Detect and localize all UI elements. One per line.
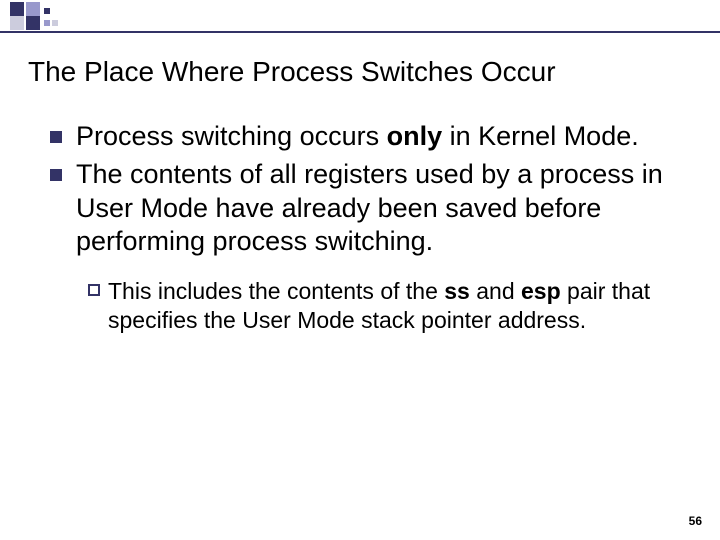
text-bold: only bbox=[387, 121, 443, 151]
text-fragment: The contents of all registers used by a … bbox=[76, 159, 663, 257]
slide-title: The Place Where Process Switches Occur bbox=[28, 56, 556, 88]
hollow-square-bullet-icon bbox=[88, 284, 100, 296]
sub-bullet-text: This includes the contents of the ss and… bbox=[108, 277, 690, 335]
bullet-item: Process switching occurs only in Kernel … bbox=[50, 120, 690, 154]
bullet-item: The contents of all registers used by a … bbox=[50, 158, 690, 259]
sub-bullet-item: This includes the contents of the ss and… bbox=[88, 277, 690, 335]
text-fragment: Process switching occurs bbox=[76, 121, 387, 151]
square-bullet-icon bbox=[50, 131, 62, 143]
text-fragment: in Kernel Mode. bbox=[442, 121, 639, 151]
text-bold: ss bbox=[444, 278, 470, 304]
bullet-text: The contents of all registers used by a … bbox=[76, 158, 690, 259]
page-number: 56 bbox=[689, 514, 702, 528]
slide-body: Process switching occurs only in Kernel … bbox=[50, 120, 690, 335]
text-fragment: This includes the contents of the bbox=[108, 278, 444, 304]
text-fragment: and bbox=[470, 278, 521, 304]
square-bullet-icon bbox=[50, 169, 62, 181]
bullet-text: Process switching occurs only in Kernel … bbox=[76, 120, 690, 154]
sub-bullet-list: This includes the contents of the ss and… bbox=[88, 277, 690, 335]
text-bold: esp bbox=[521, 278, 561, 304]
header-decoration bbox=[0, 0, 720, 32]
